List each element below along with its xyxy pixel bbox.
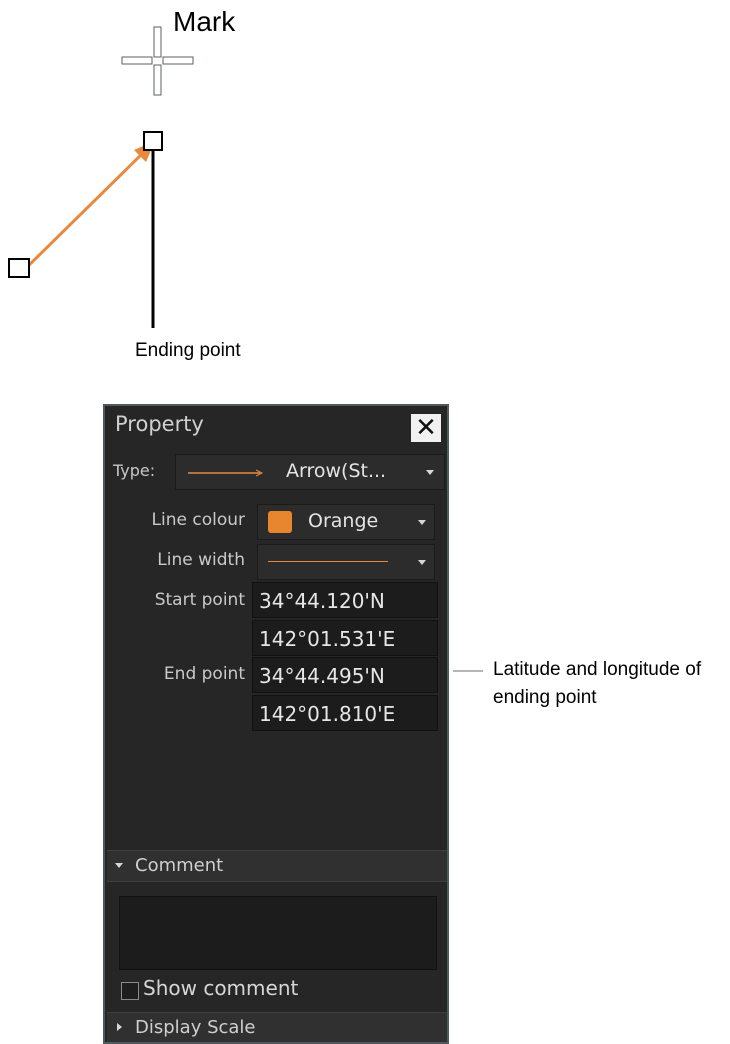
line-width-preview [268,561,388,562]
colour-swatch [268,511,292,533]
end-longitude-field[interactable]: 142°01.810'E [252,695,438,731]
comment-section-label: Comment [135,855,224,876]
start-point-label: Start point [154,590,245,610]
close-button[interactable]: ✕ [411,414,441,442]
start-longitude-field[interactable]: 142°01.531'E [252,620,438,656]
end-point-label: End point [163,664,245,684]
latlon-leader-line [453,670,483,672]
comment-section-header[interactable]: Comment [107,850,447,882]
property-panel: Property ✕ Type: Arrow(St... Line colour… [103,404,449,1044]
close-icon: ✕ [415,413,437,443]
show-comment-checkbox[interactable] [121,982,139,1000]
chevron-down-icon [418,520,426,525]
chart-annotation-canvas [8,26,194,328]
line-width-label: Line width [157,550,245,570]
chevron-down-icon [426,470,434,475]
latlon-caption: Latitude and longitude of ending point [493,659,702,708]
type-select[interactable]: Arrow(St... [175,454,445,490]
line-colour-label: Line colour [151,510,245,530]
line-width-select[interactable] [257,544,435,580]
type-value: Arrow(St... [286,460,387,482]
show-comment-label: Show comment [143,976,299,1000]
arrow-type-icon [188,469,264,477]
chevron-right-icon [117,1023,122,1031]
mark-label: Mark [173,6,236,37]
display-scale-section-header[interactable]: Display Scale [107,1012,447,1042]
chevron-down-icon [418,560,426,565]
chevron-down-icon [115,863,123,868]
arrow-line[interactable] [20,141,155,274]
line-colour-value: Orange [308,510,379,532]
display-scale-section-label: Display Scale [135,1017,256,1038]
comment-textarea[interactable] [119,896,437,970]
end-latitude-field[interactable]: 34°44.495'N [252,657,438,693]
panel-title: Property [115,412,204,436]
line-colour-select[interactable]: Orange [257,504,435,540]
ending-point-caption: Ending point [135,340,241,361]
start-point-handle[interactable] [8,258,30,278]
end-point-handle[interactable] [143,131,163,151]
start-latitude-field[interactable]: 34°44.120'N [252,582,438,618]
type-label: Type: [113,461,156,480]
